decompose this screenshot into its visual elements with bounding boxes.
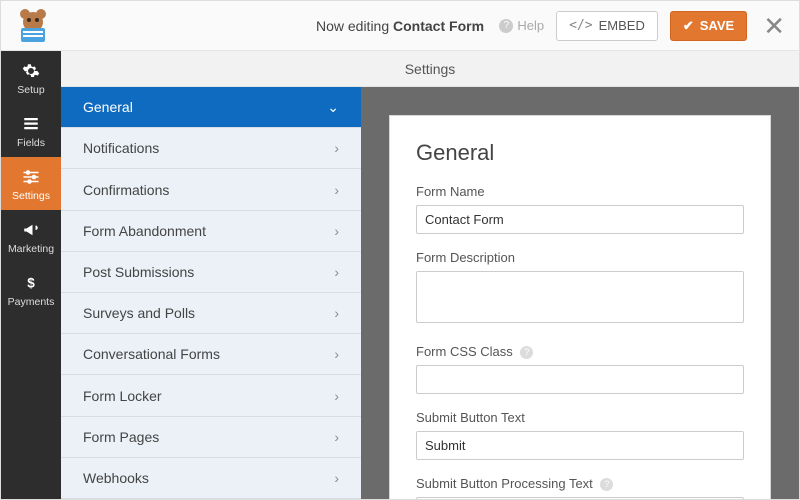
app-logo — [11, 4, 55, 48]
nav-marketing[interactable]: Marketing — [1, 210, 61, 263]
embed-icon: </> — [569, 18, 592, 33]
close-button[interactable]: ✕ — [759, 13, 789, 39]
left-nav: Setup Fields Settings Marketing $ Paymen… — [1, 51, 61, 499]
chevron-right-icon: › — [334, 140, 339, 156]
gear-icon — [21, 61, 41, 81]
menu-label: General — [83, 99, 133, 115]
app-header: Now editing Contact Form ? Help </> EMBE… — [1, 1, 799, 51]
help-label: Help — [517, 18, 544, 33]
help-icon: ? — [499, 19, 513, 33]
menu-label: Form Pages — [83, 429, 159, 445]
save-label: SAVE — [700, 18, 734, 33]
panel-heading: General — [416, 140, 744, 166]
nav-label: Setup — [17, 84, 44, 96]
chevron-right-icon: › — [334, 429, 339, 445]
nav-label: Marketing — [8, 243, 54, 255]
settings-menu-form-abandonment[interactable]: Form Abandonment › — [61, 211, 361, 252]
processing-text-input[interactable] — [416, 497, 744, 499]
settings-menu-surveys-polls[interactable]: Surveys and Polls › — [61, 293, 361, 334]
chevron-right-icon: › — [334, 264, 339, 280]
nav-label: Payments — [8, 296, 55, 308]
menu-label: Post Submissions — [83, 264, 194, 280]
help-icon[interactable]: ? — [600, 478, 613, 491]
processing-text-label: Submit Button Processing Text ? — [416, 476, 744, 491]
settings-menu-form-pages[interactable]: Form Pages › — [61, 417, 361, 458]
check-icon: ✔ — [683, 18, 694, 34]
embed-button[interactable]: </> EMBED — [556, 11, 658, 41]
svg-text:$: $ — [27, 276, 35, 291]
nav-settings[interactable]: Settings — [1, 157, 61, 210]
nav-label: Settings — [12, 190, 50, 202]
menu-label: Form Locker — [83, 388, 162, 404]
dollar-icon: $ — [21, 273, 41, 293]
field-processing-text: Submit Button Processing Text ? — [416, 476, 744, 499]
settings-menu-confirmations[interactable]: Confirmations › — [61, 169, 361, 210]
editing-form-name: Contact Form — [393, 18, 484, 34]
chevron-down-icon: ⌄ — [327, 99, 339, 116]
nav-label: Fields — [17, 137, 45, 149]
menu-label: Confirmations — [83, 182, 169, 198]
chevron-right-icon: › — [334, 223, 339, 239]
nav-setup[interactable]: Setup — [1, 51, 61, 104]
settings-menu-webhooks[interactable]: Webhooks › — [61, 458, 361, 499]
submit-text-label: Submit Button Text — [416, 410, 744, 425]
form-desc-label: Form Description — [416, 250, 744, 265]
field-form-description: Form Description — [416, 250, 744, 328]
save-button[interactable]: ✔ SAVE — [670, 11, 747, 41]
general-panel: General Form Name Form Description Form … — [389, 115, 771, 499]
help-link[interactable]: ? Help — [499, 18, 544, 33]
chevron-right-icon: › — [334, 470, 339, 486]
settings-menu-conversational[interactable]: Conversational Forms › — [61, 334, 361, 375]
embed-label: EMBED — [599, 18, 645, 33]
nav-fields[interactable]: Fields — [1, 104, 61, 157]
menu-label: Notifications — [83, 140, 159, 156]
submit-text-input[interactable] — [416, 431, 744, 460]
help-icon[interactable]: ? — [520, 346, 533, 359]
chevron-right-icon: › — [334, 305, 339, 321]
field-form-name: Form Name — [416, 184, 744, 234]
chevron-right-icon: › — [334, 346, 339, 362]
settings-menu-notifications[interactable]: Notifications › — [61, 128, 361, 169]
chevron-right-icon: › — [334, 388, 339, 404]
form-css-input[interactable] — [416, 365, 744, 394]
processing-label-text: Submit Button Processing Text — [416, 476, 593, 491]
settings-canvas: General Form Name Form Description Form … — [361, 87, 799, 499]
editing-prefix: Now editing — [316, 18, 389, 34]
megaphone-icon — [21, 220, 41, 240]
field-form-css: Form CSS Class ? — [416, 344, 744, 394]
nav-payments[interactable]: $ Payments — [1, 263, 61, 316]
menu-label: Conversational Forms — [83, 346, 220, 362]
sliders-icon — [21, 167, 41, 187]
form-css-label: Form CSS Class ? — [416, 344, 744, 359]
list-icon — [21, 114, 41, 134]
menu-label: Form Abandonment — [83, 223, 206, 239]
form-name-input[interactable] — [416, 205, 744, 234]
field-submit-text: Submit Button Text — [416, 410, 744, 460]
menu-label: Webhooks — [83, 470, 149, 486]
menu-label: Surveys and Polls — [83, 305, 195, 321]
settings-menu-form-locker[interactable]: Form Locker › — [61, 375, 361, 416]
form-css-label-text: Form CSS Class — [416, 344, 513, 359]
form-name-label: Form Name — [416, 184, 744, 199]
settings-menu: General ⌄ Notifications › Confirmations … — [61, 87, 361, 499]
page-title: Settings — [61, 51, 799, 87]
settings-menu-general[interactable]: General ⌄ — [61, 87, 361, 128]
settings-menu-post-submissions[interactable]: Post Submissions › — [61, 252, 361, 293]
form-desc-input[interactable] — [416, 271, 744, 323]
chevron-right-icon: › — [334, 182, 339, 198]
